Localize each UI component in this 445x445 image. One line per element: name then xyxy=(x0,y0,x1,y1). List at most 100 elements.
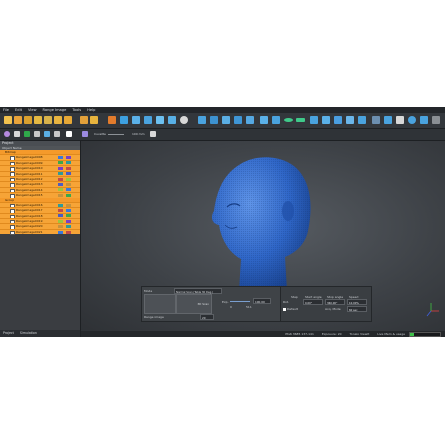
export-icon[interactable] xyxy=(34,116,42,124)
start-angle-value: 0.00° xyxy=(305,302,313,305)
cut-icon[interactable] xyxy=(310,116,318,124)
tab-project[interactable]: Project xyxy=(0,330,17,337)
color-swatch[interactable] xyxy=(58,172,63,176)
color-swatch[interactable] xyxy=(66,225,71,229)
color-swatch[interactable] xyxy=(66,214,71,218)
color-swatch[interactable] xyxy=(58,208,63,212)
color-swatch[interactable] xyxy=(58,203,63,207)
color-swatch[interactable] xyxy=(58,193,63,197)
node-icon[interactable] xyxy=(54,131,60,137)
speed-field[interactable]: 10.00% xyxy=(347,299,367,305)
range-image-count[interactable]: 20 xyxy=(200,314,214,320)
brush-icon[interactable] xyxy=(234,116,242,124)
menu-file[interactable]: File xyxy=(0,108,12,112)
start-angle-field[interactable]: 0.00° xyxy=(303,299,323,305)
color-swatch[interactable] xyxy=(66,177,71,181)
undo-icon[interactable] xyxy=(54,116,62,124)
points-icon[interactable] xyxy=(34,131,40,137)
cuvette-value[interactable]: 100 mm xyxy=(132,132,145,136)
color-swatch[interactable] xyxy=(58,219,63,223)
exposure-value-field[interactable]: 100.00 xyxy=(253,298,271,304)
hook-icon[interactable] xyxy=(260,116,268,124)
rotate-icon[interactable] xyxy=(132,116,140,124)
color-swatch[interactable] xyxy=(58,183,63,187)
color-swatch[interactable] xyxy=(58,161,63,165)
sphere-icon[interactable] xyxy=(180,116,188,124)
color-swatch[interactable] xyxy=(66,219,71,223)
color-swatch[interactable] xyxy=(66,161,71,165)
shield-icon[interactable] xyxy=(82,131,88,137)
color-swatch[interactable] xyxy=(58,225,63,229)
vertex-icon[interactable] xyxy=(44,131,50,137)
power-icon[interactable] xyxy=(90,116,98,124)
texture-icon[interactable] xyxy=(168,116,176,124)
plane-icon[interactable] xyxy=(296,118,305,122)
menu-range-image[interactable]: Range Image xyxy=(40,108,70,112)
tab-simulation[interactable]: Simulation xyxy=(17,330,40,337)
default-label: Default xyxy=(287,307,298,311)
settings-icon[interactable] xyxy=(432,116,440,124)
grid-icon[interactable] xyxy=(198,116,206,124)
measure-icon[interactable] xyxy=(384,116,392,124)
curve-icon[interactable] xyxy=(272,116,280,124)
color-swatch[interactable] xyxy=(58,177,63,181)
lasso-icon[interactable] xyxy=(222,116,230,124)
color-swatch[interactable] xyxy=(66,188,71,192)
ship-icon[interactable] xyxy=(396,116,404,124)
status-exposure: Exposure: 20 xyxy=(321,332,342,336)
target-icon[interactable] xyxy=(408,116,416,124)
merge-icon[interactable] xyxy=(144,116,152,124)
new-file-icon[interactable] xyxy=(4,116,12,124)
camera-scan-button[interactable] xyxy=(144,294,176,314)
acquisition-mode-field[interactable]: 60 sec xyxy=(347,306,367,312)
stop-angle-field[interactable]: 360.00° xyxy=(325,299,345,305)
crop-icon[interactable] xyxy=(322,116,330,124)
open-folder-icon[interactable] xyxy=(14,116,22,124)
tools-icon[interactable] xyxy=(14,131,20,137)
layout-icon[interactable] xyxy=(420,116,428,124)
stop-angle-value: 360.00° xyxy=(327,302,338,305)
color-swatch[interactable] xyxy=(58,188,63,192)
color-swatch[interactable] xyxy=(66,230,71,234)
window-icon[interactable] xyxy=(372,116,380,124)
arrow-icon[interactable] xyxy=(346,116,354,124)
register-icon[interactable] xyxy=(120,116,128,124)
mesh-icon[interactable] xyxy=(156,116,164,124)
select-icon[interactable] xyxy=(210,116,218,124)
color-swatch[interactable] xyxy=(58,214,63,218)
color-swatch[interactable] xyxy=(66,193,71,197)
menu-edit[interactable]: Edit xyxy=(12,108,25,112)
color-swatch[interactable] xyxy=(66,172,71,176)
ellipse-icon[interactable] xyxy=(284,118,293,122)
align-icon[interactable] xyxy=(108,116,116,124)
pen-icon[interactable] xyxy=(334,116,342,124)
color-swatch[interactable] xyxy=(66,203,71,207)
menu-help[interactable]: Help xyxy=(84,108,98,112)
color-swatch[interactable] xyxy=(66,183,71,187)
axis-icon[interactable] xyxy=(24,131,30,137)
color-swatch[interactable] xyxy=(58,166,63,170)
3d-scan-button[interactable]: 3D Scan xyxy=(176,294,212,314)
flower-icon[interactable] xyxy=(4,131,10,137)
delete-icon[interactable] xyxy=(44,116,52,124)
redo-icon[interactable] xyxy=(64,116,72,124)
magnet-icon[interactable] xyxy=(150,131,156,137)
cuvette-slider[interactable] xyxy=(108,134,124,135)
menu-tools[interactable]: Tools xyxy=(69,108,84,112)
visibility-checkbox[interactable] xyxy=(10,230,15,236)
default-checkbox[interactable] xyxy=(283,308,286,311)
color-swatch[interactable] xyxy=(66,208,71,212)
fill-icon[interactable] xyxy=(246,116,254,124)
menu-view[interactable]: View xyxy=(25,108,40,112)
color-swatch[interactable] xyxy=(66,166,71,170)
color-swatch[interactable] xyxy=(58,230,63,234)
tree-item-label: RangeImage0012 xyxy=(16,176,43,181)
color-swatch[interactable] xyxy=(58,156,63,160)
color-swatch[interactable] xyxy=(66,156,71,160)
save-icon[interactable] xyxy=(24,116,32,124)
scanner-icon[interactable] xyxy=(80,116,88,124)
tree-item[interactable]: RangeImage0021 xyxy=(0,228,80,236)
exposure-slider[interactable] xyxy=(230,301,250,302)
color-white-icon[interactable] xyxy=(66,131,72,137)
move-icon[interactable] xyxy=(358,116,366,124)
